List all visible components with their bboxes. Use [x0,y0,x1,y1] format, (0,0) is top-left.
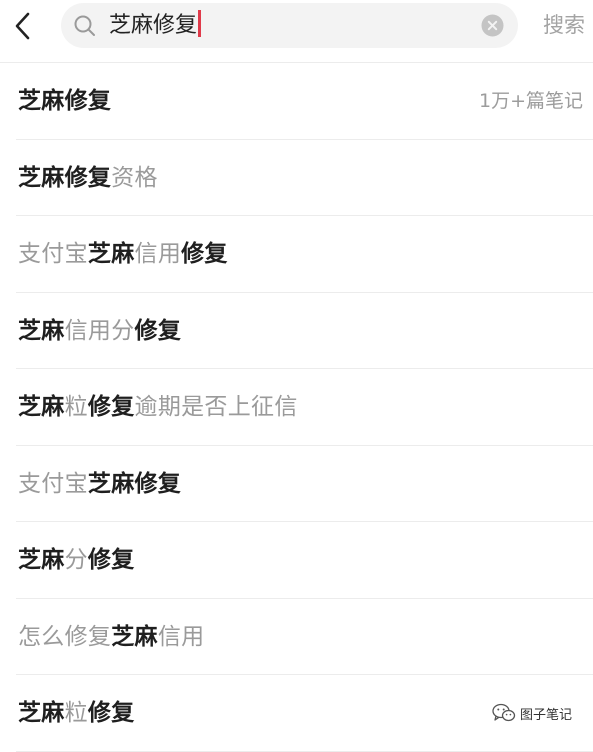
matched-keyword: 芝麻 [18,700,65,726]
suggestion-segment: 支付宝 [18,470,88,497]
search-icon [74,15,95,36]
matched-keyword: 芝麻修复 [18,88,112,114]
matched-keyword: 芝麻 [111,623,158,650]
suggestion-item[interactable]: 支付宝芝麻修复 [0,446,593,522]
matched-keyword: 修复 [87,547,135,573]
chevron-left-icon [15,12,30,40]
search-header: 芝麻修复 搜索 [0,0,593,62]
matched-keyword: 芝麻 [18,394,65,420]
watermark: 图子笔记 [492,700,572,726]
matched-keyword: 芝麻 [18,547,65,573]
suggestion-segment: 粒 [64,394,88,420]
suggestion-item[interactable]: 芝麻信用分修复 [0,293,593,369]
back-button[interactable] [8,6,38,46]
row-divider [16,750,593,752]
suggestion-list: 芝麻修复 1万+篇笔记 芝麻修复资格 支付宝芝麻信用修复 芝麻信用分修复 芝麻粒修复逾期是… [0,63,593,752]
suggestion-segment: 资格 [111,164,158,191]
search-button[interactable]: 搜索 [543,7,585,43]
watermark-label: 图子笔记 [520,707,573,723]
suggestion-item[interactable]: 芝麻修复 1万+篇笔记 [0,63,593,140]
suggestion-segment: 粒 [64,700,88,726]
suggestion-text: 芝麻修复 [18,63,111,139]
suggestion-segment: 信用 [134,241,182,267]
suggestion-text: 芝麻修复资格 [18,140,158,216]
suggestion-text: 支付宝芝麻信用修复 [18,216,228,292]
suggestion-segment: 信用 [157,623,205,650]
suggestion-item[interactable]: 芝麻分修复 [0,522,593,599]
search-input[interactable]: 芝麻修复 [109,3,202,48]
matched-keyword: 芝麻 [87,241,135,267]
suggestion-item[interactable]: 芝麻修复资格 [0,140,593,216]
suggestion-item[interactable]: 支付宝芝麻信用修复 [0,216,593,293]
text-cursor [198,10,202,37]
suggestion-text: 芝麻粒修复 [18,675,135,751]
suggestion-segment: 怎么修复 [18,623,112,650]
search-field[interactable]: 芝麻修复 [61,3,518,48]
suggestion-segment: 分 [64,547,88,573]
matched-keyword: 修复 [87,700,135,726]
suggestion-item[interactable]: 怎么修复芝麻信用 [0,599,593,675]
matched-keyword: 修复 [181,241,228,267]
wechat-icon [492,703,516,722]
suggestion-item[interactable]: 芝麻粒修复逾期是否上征信 [0,369,593,446]
matched-keyword: 修复 [134,317,182,344]
suggestion-segment: 逾期是否上征信 [134,394,298,420]
suggestion-text: 支付宝芝麻修复 [18,446,181,522]
clear-icon[interactable] [481,14,504,37]
matched-keyword: 芝麻 [18,317,65,344]
matched-keyword: 芝麻修复 [18,164,112,191]
note-count: 1万+篇笔记 [478,90,583,112]
suggestion-text: 怎么修复芝麻信用 [18,599,204,675]
suggestion-segment: 支付宝 [18,241,88,267]
matched-keyword: 芝麻修复 [87,470,182,497]
suggestion-segment: 信用分 [64,317,135,344]
suggestion-text: 芝麻分修复 [18,522,135,598]
search-query: 芝麻修复 [109,13,198,38]
matched-keyword: 修复 [87,394,135,420]
suggestion-text: 芝麻粒修复逾期是否上征信 [18,369,298,445]
suggestion-text: 芝麻信用分修复 [18,293,181,369]
